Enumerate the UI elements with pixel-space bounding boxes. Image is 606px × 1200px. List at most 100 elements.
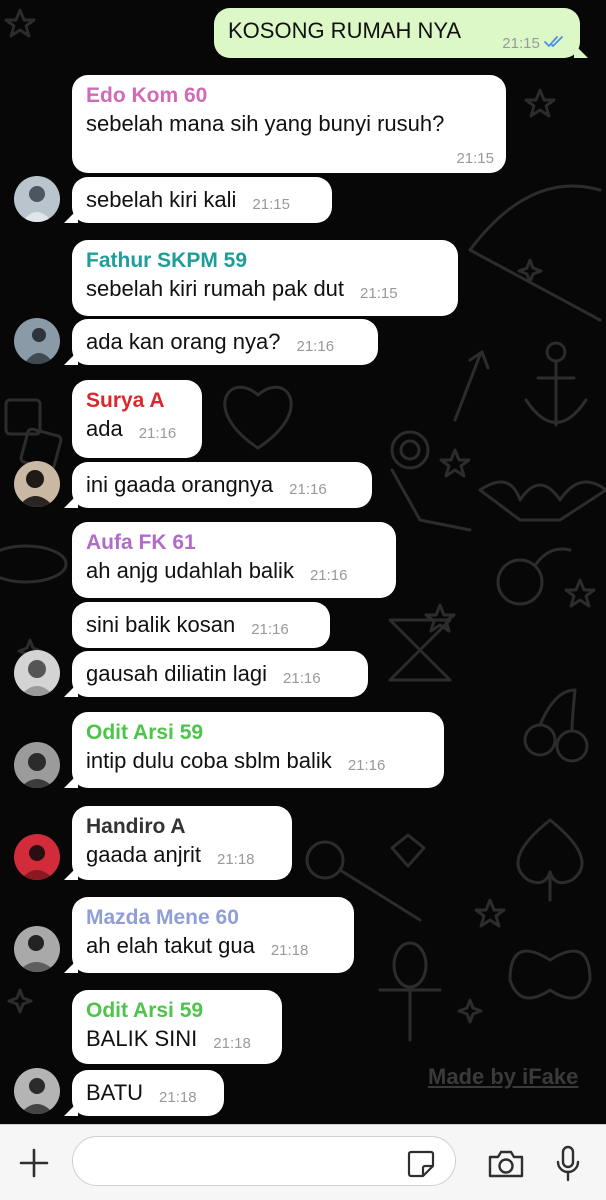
spade-doodle: [516, 818, 584, 902]
message-incoming[interactable]: Odit Arsi 59 intip dulu coba sblm balik 2…: [64, 712, 444, 788]
message-text: intip dulu coba sblm balik 21:16: [86, 746, 430, 781]
message-incoming[interactable]: ini gaada orangnya 21:16: [64, 462, 372, 508]
sender-name[interactable]: Edo Kom 60: [86, 83, 492, 109]
message-time: 21:16: [138, 425, 177, 442]
message-time: 21:16: [296, 338, 335, 355]
scythe-doodle: [468, 184, 602, 322]
message-outgoing[interactable]: KOSONG RUMAH NYA 21:15: [214, 8, 588, 58]
message-time: 21:18: [216, 851, 255, 868]
avatar[interactable]: [14, 926, 60, 972]
avatar-photo-icon: [14, 650, 60, 696]
message-time: 21:16: [289, 481, 327, 498]
message-time: 21:18: [159, 1089, 197, 1106]
avatar-photo-icon: [14, 926, 60, 972]
bubble-tail: [64, 866, 78, 880]
message-incoming[interactable]: sini balik kosan 21:16: [72, 602, 330, 648]
microphone-icon[interactable]: [554, 1145, 582, 1188]
sender-name[interactable]: Handiro A: [86, 814, 278, 840]
avatar-photo-icon: [14, 742, 60, 788]
message-incoming[interactable]: Handiro A gaada anjrit 21:18: [64, 806, 292, 880]
cherry-doodle: [523, 688, 589, 763]
message-text: ada kan orang nya? 21:16: [86, 327, 364, 362]
avatar-photo-icon: [14, 176, 60, 222]
input-bar: [0, 1124, 606, 1200]
message-incoming[interactable]: sebelah kiri kali 21:15: [64, 177, 332, 223]
avatar-photo-icon: [14, 461, 60, 507]
message-incoming[interactable]: Aufa FK 61 ah anjg udahlah balik 21:16: [72, 522, 396, 598]
message-text: sebelah kiri rumah pak dut 21:15: [86, 274, 444, 309]
message-incoming[interactable]: BATU 21:18: [64, 1070, 224, 1116]
message-text: sini balik kosan 21:16: [86, 610, 316, 645]
message-text: ah elah takut gua 21:18: [86, 931, 340, 966]
chat-area[interactable]: KOSONG RUMAH NYA 21:15 Edo Kom 60 sebela…: [0, 0, 606, 1124]
heart-doodle: [223, 385, 293, 450]
avatar[interactable]: [14, 650, 60, 696]
camera-icon[interactable]: [487, 1149, 525, 1184]
message-incoming[interactable]: Mazda Mene 60 ah elah takut gua 21:18: [64, 897, 354, 973]
message-incoming[interactable]: Odit Arsi 59 BALIK SINI 21:18: [72, 990, 282, 1064]
watermark: Made by iFake: [428, 1064, 579, 1089]
message-text: ah anjg udahlah balik 21:16: [86, 556, 382, 591]
message-time: 21:15: [252, 196, 290, 213]
avatar[interactable]: [14, 1068, 60, 1114]
message-time: 21:16: [283, 670, 321, 687]
avatar[interactable]: [14, 176, 60, 222]
sender-name[interactable]: Aufa FK 61: [86, 530, 382, 556]
avatar-photo-icon: [14, 834, 60, 880]
message-text: ada 21:16: [86, 414, 188, 449]
message-text: sebelah mana sih yang bunyi rusuh?: [86, 111, 445, 136]
bat-doodle: [478, 480, 606, 522]
avatar[interactable]: [14, 834, 60, 880]
butterfly-doodle: [508, 949, 592, 1000]
message-text: sebelah kiri kali 21:15: [86, 185, 318, 220]
bubble-tail: [64, 959, 78, 973]
message-incoming[interactable]: Surya A ada 21:16: [72, 380, 202, 458]
sender-name[interactable]: Odit Arsi 59: [86, 720, 430, 746]
bomb-doodle: [496, 547, 572, 606]
avatar-photo-icon: [14, 318, 60, 364]
bubble-tail: [64, 351, 78, 365]
anchor-doodle: [524, 341, 588, 427]
sender-name[interactable]: Mazda Mene 60: [86, 905, 340, 931]
bubble-tail: [64, 494, 78, 508]
hourglass-doodle: [388, 618, 452, 682]
sender-name[interactable]: Odit Arsi 59: [86, 998, 268, 1024]
message-text: ini gaada orangnya 21:16: [86, 470, 358, 505]
message-text: gausah diliatin lagi 21:16: [86, 659, 354, 694]
bubble-tail: [64, 774, 78, 788]
avatar-photo-icon: [14, 1068, 60, 1114]
double-check-read-icon: [544, 36, 563, 48]
avatar[interactable]: [14, 742, 60, 788]
message-text: BALIK SINI 21:18: [86, 1024, 268, 1059]
message-incoming[interactable]: ada kan orang nya? 21:16: [64, 319, 378, 365]
ankh-doodle: [378, 941, 442, 1042]
message-text: BATU 21:18: [86, 1078, 210, 1113]
plus-icon[interactable]: [18, 1147, 50, 1184]
arrow-doodle: [453, 350, 490, 422]
message-time: 21:16: [251, 621, 289, 638]
message-input[interactable]: [72, 1136, 456, 1186]
message-time: 21:18: [213, 1035, 251, 1052]
sender-name[interactable]: Surya A: [86, 388, 188, 414]
message-time: 21:16: [309, 567, 348, 584]
message-time: 21:18: [270, 942, 309, 959]
message-incoming[interactable]: gausah diliatin lagi 21:16: [64, 651, 368, 697]
bubble-tail: [574, 44, 588, 58]
bubble-tail: [64, 1102, 78, 1116]
bubble-tail: [64, 209, 78, 223]
message-incoming[interactable]: Fathur SKPM 59 sebelah kiri rumah pak du…: [72, 240, 458, 316]
message-incoming[interactable]: Edo Kom 60 sebelah mana sih yang bunyi r…: [72, 75, 506, 173]
diamond-doodle: [390, 833, 426, 868]
message-time: 21:15: [502, 35, 566, 52]
avatar[interactable]: [14, 461, 60, 507]
love-doodle: [0, 544, 68, 584]
message-text: gaada anjrit 21:18: [86, 840, 278, 875]
sticker-icon[interactable]: [406, 1149, 436, 1184]
rose-doodle: [390, 430, 472, 532]
sender-name[interactable]: Fathur SKPM 59: [86, 248, 444, 274]
bubble-tail: [64, 683, 78, 697]
message-time: 21:15: [360, 285, 398, 302]
message-time: 21:15: [456, 150, 494, 167]
avatar[interactable]: [14, 318, 60, 364]
dice-doodle: [4, 398, 63, 471]
